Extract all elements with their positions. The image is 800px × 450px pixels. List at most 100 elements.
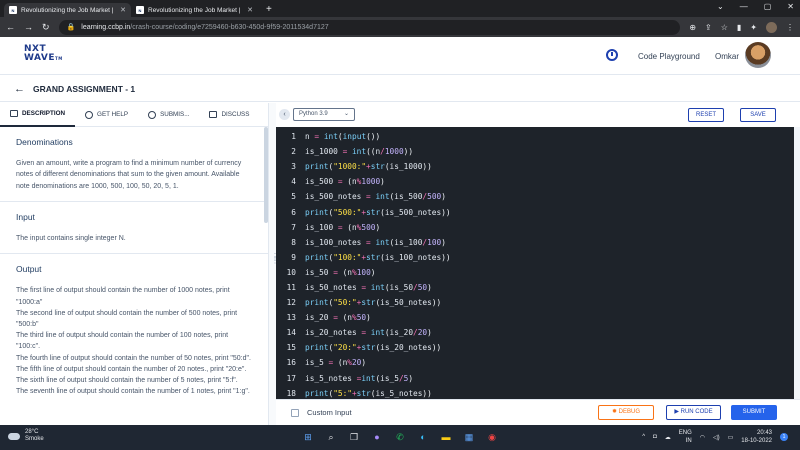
code-text[interactable]: print("5:"+str(is_5_notes)) <box>305 389 432 398</box>
tab-close-icon[interactable]: ✕ <box>247 6 253 14</box>
code-line[interactable]: 13 is_20 = (n%50) <box>276 310 794 325</box>
profile-avatar[interactable] <box>766 21 777 33</box>
code-editor[interactable]: 1 n = int(input()) 2 is_1000 = int((n/1000)… <box>276 127 794 399</box>
chevron-down-icon[interactable]: ⌄ <box>717 2 724 11</box>
code-text[interactable]: is_50 = (n%100) <box>305 268 375 277</box>
menu-kebab-icon[interactable]: ⋮ <box>786 23 794 32</box>
code-text[interactable]: is_20_notes = int(is_20/20) <box>305 328 432 337</box>
chevron-up-icon[interactable]: ^ <box>642 434 645 440</box>
tab-get-help[interactable]: GET HELP <box>75 103 138 127</box>
code-line[interactable]: 17 is_5_notes =int(is_5/5) <box>276 371 794 386</box>
code-line[interactable]: 16 is_5 = (n%20) <box>276 355 794 370</box>
volume-icon[interactable]: ◁) <box>713 434 720 441</box>
debug-button[interactable]: ✹ DEBUG <box>598 405 654 420</box>
forward-icon[interactable]: → <box>24 22 33 32</box>
code-text[interactable]: is_500_notes = int(is_500/500) <box>305 192 446 201</box>
code-line[interactable]: 15 print("20:"+str(is_20_notes)) <box>276 340 794 355</box>
minimize-icon[interactable]: — <box>740 2 748 11</box>
clock[interactable]: 20:43 18-10-2022 <box>741 429 772 445</box>
custom-input-label[interactable]: Custom Input <box>307 408 352 417</box>
browser-tab-2[interactable]: N Revolutionizing the Job Market | ✕ <box>131 3 258 17</box>
bookmark-star-icon[interactable]: ☆ <box>721 23 728 32</box>
tab-discuss[interactable]: DISCUSS <box>199 103 259 127</box>
tab-close-icon[interactable]: ✕ <box>120 6 126 14</box>
code-text[interactable]: print("100:"+str(is_100_notes)) <box>305 253 451 262</box>
browser-tab-1[interactable]: N Revolutionizing the Job Market | ✕ <box>4 3 131 17</box>
code-text[interactable]: print("20:"+str(is_20_notes)) <box>305 343 441 352</box>
code-text[interactable]: is_100 = (n%500) <box>305 223 380 232</box>
notification-badge[interactable]: 1 <box>780 433 788 441</box>
input-language[interactable]: ENG IN <box>679 429 692 445</box>
code-text[interactable]: is_1000 = int((n/1000)) <box>305 147 413 156</box>
region-code: IN <box>685 438 692 444</box>
code-playground-link[interactable]: Code Playground <box>638 52 700 61</box>
custom-input-checkbox[interactable] <box>291 409 299 417</box>
code-line[interactable]: 9 print("100:"+str(is_100_notes)) <box>276 250 794 265</box>
store-icon[interactable]: ▦ <box>461 429 477 445</box>
editor-scrollbar[interactable] <box>794 127 800 399</box>
code-line[interactable]: 2 is_1000 = int((n/1000)) <box>276 144 794 159</box>
avatar[interactable] <box>745 42 771 68</box>
code-line[interactable]: 7 is_100 = (n%500) <box>276 220 794 235</box>
language-select[interactable]: Python 3.9 ⌄ <box>293 108 355 121</box>
code-line[interactable]: 1 n = int(input()) <box>276 129 794 144</box>
file-explorer-icon[interactable]: ▬ <box>438 429 454 445</box>
code-line[interactable]: 11 is_50_notes = int(is_50/50) <box>276 280 794 295</box>
user-name[interactable]: Omkar <box>715 52 739 61</box>
code-text[interactable]: is_5 = (n%20) <box>305 358 366 367</box>
run-label: RUN CODE <box>680 409 713 415</box>
save-button[interactable]: SAVE <box>740 108 776 122</box>
code-text[interactable]: is_5_notes =int(is_5/5) <box>305 374 413 383</box>
code-text[interactable]: is_50_notes = int(is_50/50) <box>305 283 432 292</box>
code-text[interactable]: is_500 = (n%1000) <box>305 177 385 186</box>
line-number: 8 <box>291 237 296 247</box>
code-line[interactable]: 5 is_500_notes = int(is_500/500) <box>276 189 794 204</box>
windows-start-icon[interactable]: ⊞ <box>300 429 316 445</box>
collapse-chevron-icon[interactable]: ‹ <box>279 109 290 120</box>
reload-icon[interactable]: ↻ <box>42 22 50 33</box>
task-view-icon[interactable]: ❐ <box>346 429 362 445</box>
code-text[interactable]: print("1000:"+str(is_1000)) <box>305 162 432 171</box>
maximize-icon[interactable]: ▢ <box>764 2 772 11</box>
code-text[interactable]: is_20 = (n%50) <box>305 313 371 322</box>
google-lens-icon[interactable]: ⊕ <box>689 23 696 32</box>
reset-button[interactable]: RESET <box>688 108 724 122</box>
code-text[interactable]: n = int(input()) <box>305 132 380 141</box>
teams-chat-icon[interactable]: ● <box>369 429 385 445</box>
extension-icon[interactable]: ✦ <box>750 23 757 32</box>
battery-icon[interactable]: ▭ <box>728 434 734 441</box>
stopwatch-icon[interactable] <box>606 49 618 61</box>
tab-submissions[interactable]: SUBMIS... <box>138 103 199 127</box>
submit-button[interactable]: SUBMIT <box>731 405 777 420</box>
sidepanel-icon[interactable]: ▮ <box>737 23 741 32</box>
edge-icon[interactable]: ◐ <box>415 429 431 445</box>
nxtwave-logo[interactable]: NXT WAVETM <box>24 45 63 63</box>
new-tab-button[interactable]: + <box>258 3 280 17</box>
camera-icon[interactable]: ◘ <box>653 434 657 440</box>
chrome-icon[interactable]: ◉ <box>484 429 500 445</box>
code-text[interactable]: print("50:"+str(is_50_notes)) <box>305 298 441 307</box>
code-line[interactable]: 6 print("500:"+str(is_500_notes)) <box>276 204 794 219</box>
code-line[interactable]: 12 print("50:"+str(is_50_notes)) <box>276 295 794 310</box>
share-icon[interactable]: ⇪ <box>705 23 712 32</box>
code-line[interactable]: 3 print("1000:"+str(is_1000)) <box>276 159 794 174</box>
whatsapp-icon[interactable]: ✆ <box>392 429 408 445</box>
close-window-icon[interactable]: ✕ <box>787 2 794 11</box>
code-line[interactable]: 10 is_50 = (n%100) <box>276 265 794 280</box>
code-line[interactable]: 14 is_20_notes = int(is_20/20) <box>276 325 794 340</box>
line-number: 18 <box>286 388 296 398</box>
search-icon[interactable]: ⌕ <box>323 429 339 445</box>
run-code-button[interactable]: ▶ RUN CODE <box>666 405 721 420</box>
back-icon[interactable]: ← <box>6 22 15 32</box>
problem-panel: DESCRIPTION GET HELP SUBMIS... DISCUSS D… <box>0 103 268 425</box>
weather-widget[interactable]: 28°C Smoke <box>8 429 44 443</box>
code-text[interactable]: print("500:"+str(is_500_notes)) <box>305 208 451 217</box>
tab-description[interactable]: DESCRIPTION <box>0 103 76 127</box>
onedrive-icon[interactable]: ☁ <box>665 434 671 441</box>
wifi-icon[interactable]: ◠ <box>700 434 705 441</box>
code-line[interactable]: 8 is_100_notes = int(is_100/100) <box>276 235 794 250</box>
back-arrow-icon[interactable]: ← <box>14 83 25 95</box>
url-field[interactable]: 🔒 learning.ccbp.in/crash-course/coding/e… <box>58 19 681 35</box>
code-line[interactable]: 4 is_500 = (n%1000) <box>276 174 794 189</box>
code-text[interactable]: is_100_notes = int(is_100/100) <box>305 238 446 247</box>
